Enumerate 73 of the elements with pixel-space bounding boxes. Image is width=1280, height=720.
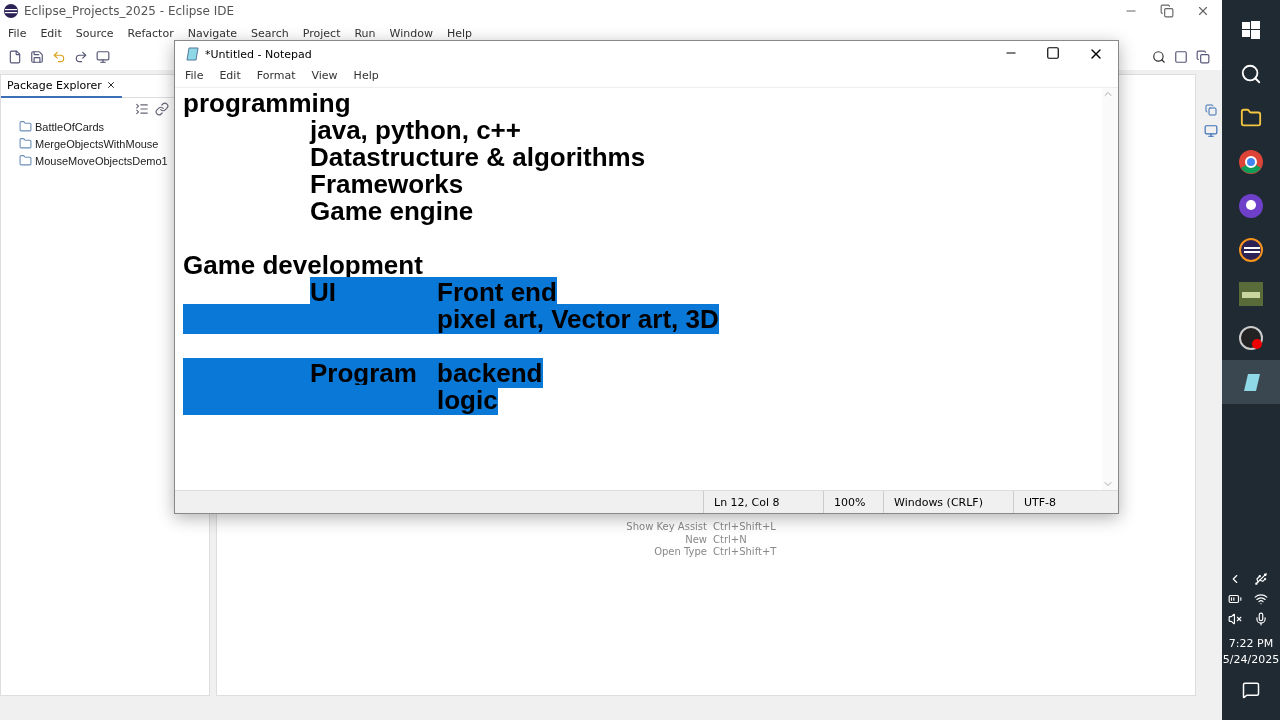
text-line: Frameworks <box>310 169 464 199</box>
folder-icon <box>19 154 32 167</box>
clock-time[interactable]: 7:22 PM <box>1222 636 1280 652</box>
menu-item[interactable]: Edit <box>40 26 62 40</box>
selected-text: pixel art, Vector art, 3D <box>183 304 719 334</box>
text-line: programming <box>183 88 351 118</box>
menu-item[interactable]: Refactor <box>127 26 174 40</box>
menu-item[interactable]: Window <box>389 26 433 40</box>
folder-icon <box>19 120 32 133</box>
eclipse-icon[interactable] <box>1239 238 1263 262</box>
menu-item[interactable]: Help <box>446 26 472 40</box>
text-line: Game development <box>183 250 423 280</box>
status-field: Windows (CRLF) <box>883 491 1013 513</box>
menu-item[interactable]: Project <box>302 26 341 40</box>
hint-shortcut: Ctrl+Shift+T <box>713 546 777 559</box>
status-field: Ln 12, Col 8 <box>703 491 823 513</box>
menu-item[interactable]: Edit <box>219 69 241 85</box>
link-icon[interactable] <box>155 102 169 116</box>
browser-icon[interactable] <box>1239 150 1263 174</box>
perspective-icon[interactable] <box>1174 50 1188 64</box>
selected-text: UI Front end <box>310 277 557 307</box>
text-line: Game engine <box>310 196 474 226</box>
search-icon[interactable] <box>1152 50 1166 64</box>
java-perspective-icon[interactable] <box>1196 50 1210 64</box>
notifications-icon[interactable] <box>1242 681 1260 699</box>
notepad-title: *Untitled - Notepad <box>205 47 313 61</box>
redo-icon[interactable] <box>74 50 88 64</box>
eclipse-logo-icon <box>4 4 18 18</box>
close-icon <box>105 80 116 90</box>
clock-date[interactable]: 5/24/2025 <box>1222 652 1280 668</box>
menu-item[interactable]: Navigate <box>187 26 237 40</box>
menu-item[interactable]: Search <box>251 26 289 40</box>
search-icon[interactable] <box>1240 63 1262 85</box>
folder-icon[interactable] <box>1240 107 1262 129</box>
window-title: Eclipse_Projects_2025 - Eclipse IDE <box>24 4 236 18</box>
menu-item[interactable]: Help <box>353 69 379 85</box>
menu-item[interactable]: Run <box>354 26 376 40</box>
maximize-icon[interactable] <box>1046 46 1060 60</box>
package-explorer-tab[interactable]: Package Explorer <box>1 74 122 98</box>
battery-icon[interactable] <box>1228 592 1242 606</box>
tree-item[interactable]: BattleOfCards <box>35 120 105 133</box>
tree-item[interactable]: MouseMoveObjectsDemo1 <box>35 154 168 167</box>
hint-shortcut: Ctrl+Shift+L <box>713 521 777 534</box>
mute-icon[interactable] <box>1228 612 1242 626</box>
new-file-icon[interactable] <box>8 50 22 64</box>
console-icon[interactable] <box>1204 124 1218 138</box>
hint-action: Show Key Assist <box>625 521 707 534</box>
restore-icon[interactable] <box>1160 4 1174 18</box>
hint-shortcut: Ctrl+N <box>713 533 748 546</box>
selected-text: logic <box>183 385 498 415</box>
usb-icon[interactable] <box>1254 572 1268 586</box>
menu-item[interactable]: File <box>185 69 204 85</box>
recorder-icon[interactable] <box>1239 326 1263 350</box>
selected-text: Program backend <box>183 358 543 388</box>
menu-item[interactable]: Format <box>256 69 296 85</box>
status-field: UTF-8 <box>1013 491 1118 513</box>
windows-logo-icon[interactable] <box>1242 21 1260 39</box>
menu-item[interactable]: View <box>311 69 338 85</box>
wifi-icon[interactable] <box>1254 592 1268 606</box>
folder-icon <box>19 137 32 150</box>
status-field: 100% <box>823 491 883 513</box>
microphone-icon[interactable] <box>1254 612 1268 626</box>
text-area[interactable]: programming java, python, c++ Datastructure & algorithms Frameworks Game engine Game development UI Front end pixel art, Vector art, 3D Program backend logic <box>175 88 1102 490</box>
monitor-icon[interactable] <box>96 50 110 64</box>
collapse-all-icon[interactable] <box>135 102 149 116</box>
menu-item[interactable]: Source <box>75 26 114 40</box>
restore-icon[interactable] <box>1205 104 1217 116</box>
hint-action: Open Type <box>653 546 707 559</box>
menu-item[interactable]: File <box>8 26 27 40</box>
notepad-icon <box>185 47 199 61</box>
save-icon[interactable] <box>30 50 44 64</box>
tree-item[interactable]: MergeObjectsWithMouse <box>35 137 159 150</box>
hint-action: New <box>684 533 707 546</box>
